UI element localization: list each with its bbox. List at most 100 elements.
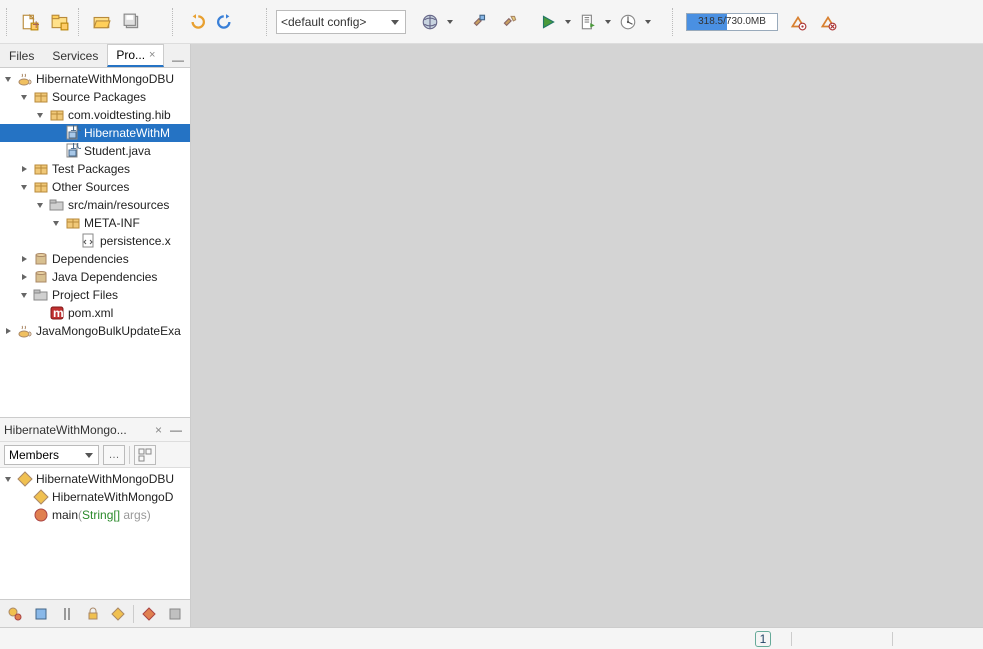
folder-icon (49, 197, 65, 213)
tree-node-label: Student.java (84, 144, 151, 158)
toolbar-separator (78, 8, 84, 36)
tree-node[interactable]: JavaMongoBulkUpdateExa (0, 322, 190, 340)
tree-node[interactable]: 101Student.java (0, 142, 190, 160)
redo-button[interactable] (212, 8, 240, 36)
debug-dropdown[interactable] (604, 8, 612, 36)
tree-node-label: META-INF (84, 216, 140, 230)
tree-node[interactable]: main(String[] args) (0, 506, 190, 524)
tree-node[interactable]: Dependencies (0, 250, 190, 268)
nav-filter-button[interactable]: … (103, 445, 125, 465)
chevron-right-icon[interactable] (18, 163, 30, 175)
chevron-down-icon[interactable] (50, 217, 62, 229)
run-dropdown[interactable] (564, 8, 572, 36)
minimize-icon[interactable]: — (166, 53, 190, 67)
memory-indicator[interactable]: 318.5/730.0MB (686, 13, 778, 31)
sort-position-icon[interactable] (164, 603, 186, 625)
tree-node[interactable]: Test Packages (0, 160, 190, 178)
project-tree[interactable]: HibernateWithMongoDBUSource Packagescom.… (0, 68, 190, 417)
profiler-stop-button[interactable] (814, 8, 842, 36)
undo-button[interactable] (182, 8, 210, 36)
chevron-down-icon[interactable] (34, 199, 46, 211)
tab-projects[interactable]: Pro...× (107, 44, 164, 67)
new-file-button[interactable]: + (16, 8, 44, 36)
folder-icon (33, 287, 49, 303)
tree-node[interactable]: HibernateWithMongoD (0, 488, 190, 506)
sort-alpha-icon[interactable] (138, 603, 160, 625)
notification-badge[interactable]: 1 (755, 631, 771, 647)
nav-view-button[interactable] (134, 445, 156, 465)
debug-button[interactable] (574, 8, 602, 36)
navigator-header: HibernateWithMongo... × — (0, 418, 190, 442)
chevron-down-icon[interactable] (18, 181, 30, 193)
twisty-none (18, 491, 30, 503)
browser-dropdown[interactable] (446, 8, 454, 36)
filter-fields-icon[interactable] (30, 603, 52, 625)
tree-node[interactable]: META-INF (0, 214, 190, 232)
status-bar: 1 (0, 627, 983, 649)
chevron-down-icon[interactable] (2, 73, 14, 85)
jar-icon (33, 251, 49, 267)
close-icon[interactable]: × (149, 49, 155, 61)
package-icon (33, 179, 49, 195)
javaclass-icon: 101 (65, 125, 81, 141)
filter-inherited-icon[interactable] (4, 603, 26, 625)
xml-icon (81, 233, 97, 249)
tree-node-label: HibernateWithM (84, 126, 170, 140)
chevron-down-icon[interactable] (18, 289, 30, 301)
tab-files[interactable]: Files (0, 44, 43, 67)
javaclass-icon: 101 (65, 143, 81, 159)
open-project-button[interactable] (88, 8, 116, 36)
chevron-right-icon[interactable] (18, 271, 30, 283)
chevron-down-icon[interactable] (34, 109, 46, 121)
navigator-tree[interactable]: HibernateWithMongoDBU HibernateWithMongoD… (0, 468, 190, 599)
chevron-down-icon[interactable] (2, 473, 14, 485)
tree-node[interactable]: src/main/resources (0, 196, 190, 214)
tree-node[interactable]: com.voidtesting.hib (0, 106, 190, 124)
twisty-none (34, 307, 46, 319)
tree-node[interactable]: mpom.xml (0, 304, 190, 322)
twisty-none (50, 127, 62, 139)
tree-node[interactable]: Other Sources (0, 178, 190, 196)
tree-node[interactable]: Project Files (0, 286, 190, 304)
profile-dropdown[interactable] (644, 8, 652, 36)
constructor-icon (33, 489, 49, 505)
save-all-button[interactable] (118, 8, 146, 36)
tree-node-label: src/main/resources (68, 198, 169, 212)
chevron-down-icon[interactable] (18, 91, 30, 103)
tree-node[interactable]: HibernateWithMongoDBU (0, 70, 190, 88)
new-project-button[interactable] (46, 8, 74, 36)
tree-node[interactable]: Java Dependencies (0, 268, 190, 286)
package-icon (33, 89, 49, 105)
twisty-none (18, 509, 30, 521)
tree-node-label: pom.xml (68, 306, 113, 320)
sidebar-tabs: Files Services Pro...× — (0, 44, 190, 68)
clean-build-button[interactable] (496, 8, 524, 36)
filter-nonpublic-icon[interactable] (82, 603, 104, 625)
tree-node-label: Dependencies (52, 252, 129, 266)
twisty-none (50, 145, 62, 157)
tree-node[interactable]: 101HibernateWithM (0, 124, 190, 142)
close-icon[interactable]: × (151, 423, 166, 437)
toolbar-separator (672, 8, 678, 36)
members-combo[interactable]: Members (4, 445, 99, 465)
chevron-right-icon[interactable] (2, 325, 14, 337)
run-button[interactable] (534, 8, 562, 36)
tree-node[interactable]: HibernateWithMongoDBU (0, 470, 190, 488)
profiler-attach-button[interactable] (784, 8, 812, 36)
tree-node[interactable]: persistence.x (0, 232, 190, 250)
chevron-right-icon[interactable] (18, 253, 30, 265)
editor-area (191, 44, 983, 627)
tab-services[interactable]: Services (43, 44, 107, 67)
tree-node[interactable]: Source Packages (0, 88, 190, 106)
profile-button[interactable] (614, 8, 642, 36)
browser-button[interactable] (416, 8, 444, 36)
config-combo[interactable]: <default config> (276, 10, 406, 34)
filter-static-icon[interactable] (56, 603, 78, 625)
filter-inner-icon[interactable] (107, 603, 129, 625)
tree-node-label: HibernateWithMongoD (52, 490, 173, 504)
toolbar-separator (172, 8, 178, 36)
tree-node-label: Test Packages (52, 162, 130, 176)
memory-text: 318.5/730.0MB (698, 16, 766, 27)
minimize-icon[interactable]: — (166, 423, 186, 437)
build-button[interactable] (466, 8, 494, 36)
